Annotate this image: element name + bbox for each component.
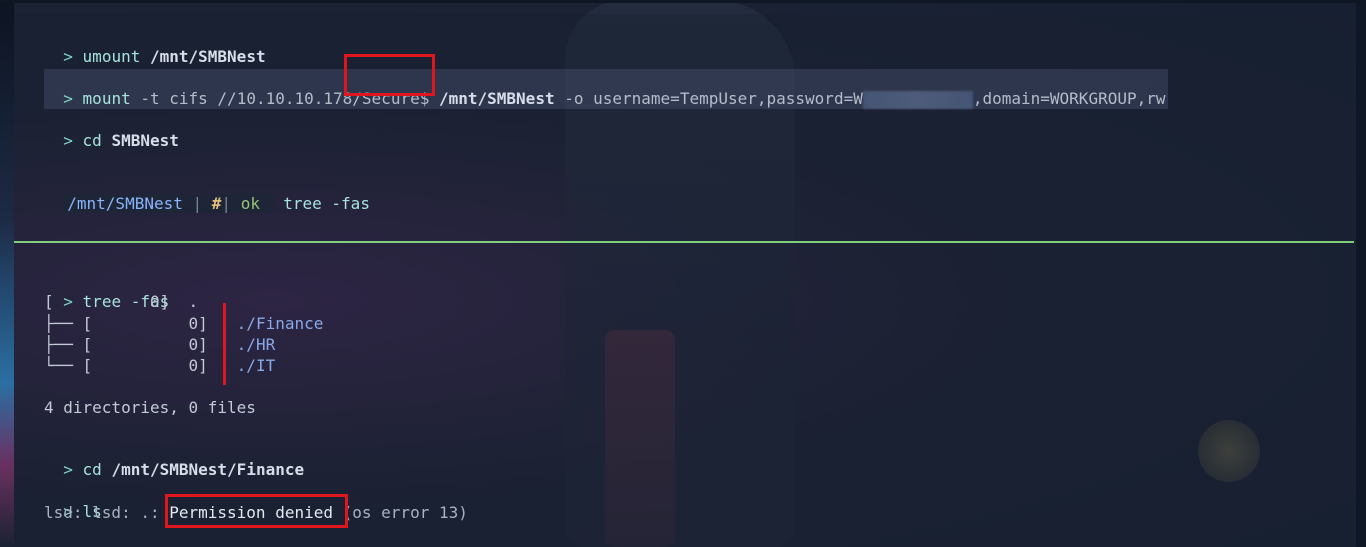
dir-name: ./Finance	[236, 314, 324, 333]
history-line-umount: > umount /mnt/SMBNest	[44, 27, 266, 67]
mount-target: /mnt/SMBNest	[438, 89, 555, 108]
redacted-password	[862, 90, 973, 109]
highlight-bar-dirs	[223, 303, 226, 385]
highlight-box-error	[165, 494, 348, 528]
history-line-cd-finance: > cd /mnt/SMBNest/Finance	[63, 460, 305, 479]
prompt-path: /mnt/SMBNest	[67, 194, 183, 213]
command-arg: /mnt/SMBNest	[149, 47, 266, 66]
tree-entry: └── [ 0] ./IT	[44, 356, 276, 375]
command-name: umount	[82, 47, 141, 66]
history-line-cd: > cd SMBNest	[63, 131, 179, 150]
dir-name: ./IT	[236, 356, 276, 375]
tree-summary: 4 directories, 0 files	[44, 398, 256, 417]
history-line-mount: > mount -t cifs //10.10.10.178/Secure$ /…	[44, 69, 1168, 109]
dir-name: ./HR	[236, 335, 276, 354]
command-part: -t cifs //10.10.10.178	[140, 89, 353, 108]
highlight-box-share	[344, 54, 435, 96]
typed-command[interactable]: tree -fas	[283, 194, 370, 213]
tree-entry: ├── [ 0] ./Finance	[44, 314, 324, 333]
exit-status: ok	[240, 194, 260, 213]
tree-root: [ 0] .	[44, 292, 199, 311]
mount-options: -o username=TempUser,password=	[564, 89, 854, 108]
prompt-symbol: >	[63, 47, 73, 66]
powerline-prompt[interactable]: /mnt/SMBNest | #| ok tree -fas	[44, 174, 370, 214]
root-indicator: #	[211, 194, 222, 213]
tree-entry: ├── [ 0] ./HR	[44, 335, 276, 354]
command-name: mount	[82, 89, 131, 108]
section-divider	[14, 241, 1354, 243]
